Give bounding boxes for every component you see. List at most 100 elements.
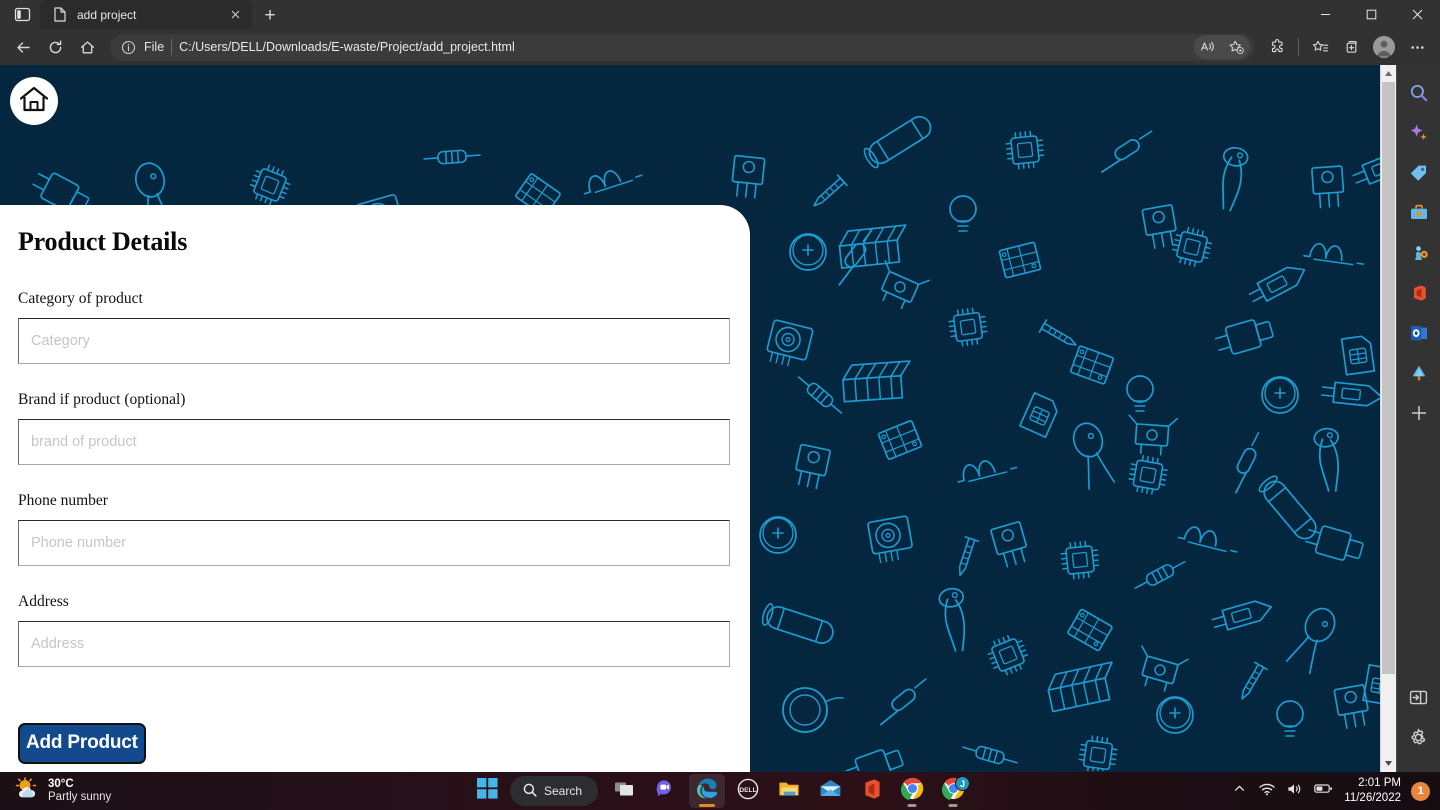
extensions-puzzle-icon[interactable] bbox=[1262, 32, 1292, 62]
add-favorite-star-icon[interactable] bbox=[1222, 35, 1250, 59]
url-scheme-label: File bbox=[144, 40, 165, 54]
sidebar-item-games[interactable] bbox=[1401, 237, 1437, 273]
sun-behind-cloud-icon bbox=[14, 776, 40, 806]
phone-input[interactable] bbox=[18, 520, 730, 566]
tab-title: add project bbox=[77, 7, 137, 22]
windows-start-icon bbox=[476, 778, 498, 804]
sidebar-item-search[interactable] bbox=[1401, 77, 1437, 113]
new-tab-button[interactable]: + bbox=[255, 3, 285, 29]
search-icon bbox=[1409, 83, 1429, 108]
back-arrow-icon[interactable] bbox=[8, 32, 38, 62]
category-input[interactable] bbox=[18, 318, 730, 364]
scrollbar-track[interactable] bbox=[1381, 82, 1396, 755]
field-label-phone: Phone number bbox=[18, 492, 108, 509]
favorites-star-list-icon[interactable] bbox=[1305, 32, 1335, 62]
taskbar-google-chrome[interactable] bbox=[894, 774, 930, 808]
chat-video-icon bbox=[655, 779, 677, 804]
taskbar-task-view[interactable] bbox=[607, 774, 643, 808]
add-product-button[interactable]: Add Product bbox=[18, 723, 146, 764]
page-scrollbar[interactable] bbox=[1380, 65, 1396, 772]
office-icon bbox=[1409, 283, 1429, 308]
file-explorer-icon bbox=[778, 779, 801, 804]
refresh-icon[interactable] bbox=[40, 32, 70, 62]
search-icon bbox=[523, 783, 537, 800]
gear-icon bbox=[1409, 728, 1428, 752]
tab-actions-icon[interactable] bbox=[4, 0, 40, 29]
show-hidden-icons-button[interactable] bbox=[1226, 775, 1252, 807]
taskbar-search[interactable]: Search bbox=[509, 776, 599, 806]
sidebar-item-copilot[interactable] bbox=[1401, 117, 1437, 153]
info-circle-icon[interactable] bbox=[120, 39, 137, 56]
window-controls bbox=[1302, 0, 1440, 29]
scrollbar-thumb[interactable] bbox=[1382, 82, 1395, 675]
omnibox-actions bbox=[1194, 35, 1250, 59]
collections-icon[interactable] bbox=[1336, 32, 1366, 62]
read-aloud-icon[interactable] bbox=[1194, 35, 1222, 59]
product-details-card: Product Details Category of product Bran… bbox=[0, 205, 750, 772]
window-close-button[interactable] bbox=[1394, 0, 1440, 29]
field-label-address: Address bbox=[18, 593, 69, 610]
svg-text:DELL: DELL bbox=[739, 787, 756, 794]
sidebar-item-tools[interactable] bbox=[1401, 197, 1437, 233]
notification-badge[interactable]: 1 bbox=[1411, 781, 1430, 801]
minimize-button[interactable] bbox=[1302, 0, 1348, 29]
omnibox-divider bbox=[171, 39, 173, 55]
clock-time: 2:01 PM bbox=[1358, 777, 1401, 790]
sidebar-bottom-actions bbox=[1401, 682, 1437, 772]
taskbar-dell[interactable]: DELL bbox=[730, 774, 766, 808]
weather-text: 30°C Partly sunny bbox=[48, 778, 111, 804]
clock[interactable]: 2:01 PM 11/26/2022 bbox=[1338, 776, 1409, 806]
sidebar-item-customize[interactable] bbox=[1401, 397, 1437, 433]
sidebar-item-office[interactable] bbox=[1401, 277, 1437, 313]
edge-icon bbox=[696, 777, 719, 805]
price-tag-icon bbox=[1409, 163, 1429, 188]
maximize-button[interactable] bbox=[1348, 0, 1394, 29]
sidebar-settings-button[interactable] bbox=[1401, 722, 1437, 758]
taskbar-chat[interactable] bbox=[648, 774, 684, 808]
volume-button[interactable] bbox=[1282, 775, 1308, 807]
outlook-icon bbox=[1409, 323, 1429, 348]
taskbar-microsoft-edge[interactable] bbox=[689, 774, 726, 808]
drop-tree-icon bbox=[1409, 363, 1429, 388]
mail-icon bbox=[819, 779, 842, 804]
weather-widget[interactable]: 30°C Partly sunny bbox=[0, 774, 111, 808]
sidebar-collapse-button[interactable] bbox=[1401, 682, 1437, 718]
taskbar-office[interactable] bbox=[853, 774, 889, 808]
battery-button[interactable] bbox=[1310, 775, 1336, 807]
scroll-up-icon[interactable] bbox=[1381, 65, 1396, 82]
office-icon bbox=[861, 778, 882, 805]
url-text[interactable]: C:/Users/DELL/Downloads/E-waste/Project/… bbox=[179, 40, 1187, 54]
home-logo-button[interactable] bbox=[10, 77, 58, 125]
edge-sidebar bbox=[1396, 65, 1440, 772]
windows-taskbar: 30°C Partly sunny Search DELL J 2:01 PM … bbox=[0, 772, 1440, 810]
tab-close-icon[interactable] bbox=[226, 6, 244, 24]
field-phone: Phone number bbox=[18, 492, 730, 566]
sidebar-item-drop[interactable] bbox=[1401, 357, 1437, 393]
taskbar-mail[interactable] bbox=[812, 774, 848, 808]
more-settings-ellipsis-icon[interactable] bbox=[1402, 32, 1432, 62]
sidebar-item-shopping[interactable] bbox=[1401, 157, 1437, 193]
taskbar-chrome-beta[interactable]: J bbox=[935, 774, 971, 808]
sidebar-item-outlook[interactable] bbox=[1401, 317, 1437, 353]
wifi-icon bbox=[1259, 782, 1275, 801]
copilot-sparkle-icon bbox=[1409, 123, 1429, 148]
submit-row: Add Product bbox=[18, 723, 730, 764]
network-button[interactable] bbox=[1254, 775, 1280, 807]
battery-icon bbox=[1313, 782, 1333, 800]
field-address: Address bbox=[18, 593, 730, 667]
scroll-down-icon[interactable] bbox=[1381, 755, 1396, 772]
address-bar[interactable]: File C:/Users/DELL/Downloads/E-waste/Pro… bbox=[110, 33, 1254, 61]
taskbar-search-label: Search bbox=[543, 784, 583, 798]
browser-tab[interactable]: add project bbox=[40, 0, 252, 29]
address-input[interactable] bbox=[18, 621, 730, 667]
clock-date: 11/26/2022 bbox=[1344, 792, 1401, 804]
home-icon[interactable] bbox=[72, 32, 102, 62]
weather-condition: Partly sunny bbox=[48, 791, 112, 803]
profile-avatar-icon[interactable] bbox=[1373, 36, 1395, 58]
tab-strip: add project + bbox=[0, 0, 1440, 29]
start-button[interactable] bbox=[469, 774, 505, 808]
brand-input[interactable] bbox=[18, 419, 730, 465]
home-icon bbox=[19, 85, 49, 118]
taskbar-file-explorer[interactable] bbox=[771, 774, 807, 808]
field-label-category: Category of product bbox=[18, 290, 143, 307]
